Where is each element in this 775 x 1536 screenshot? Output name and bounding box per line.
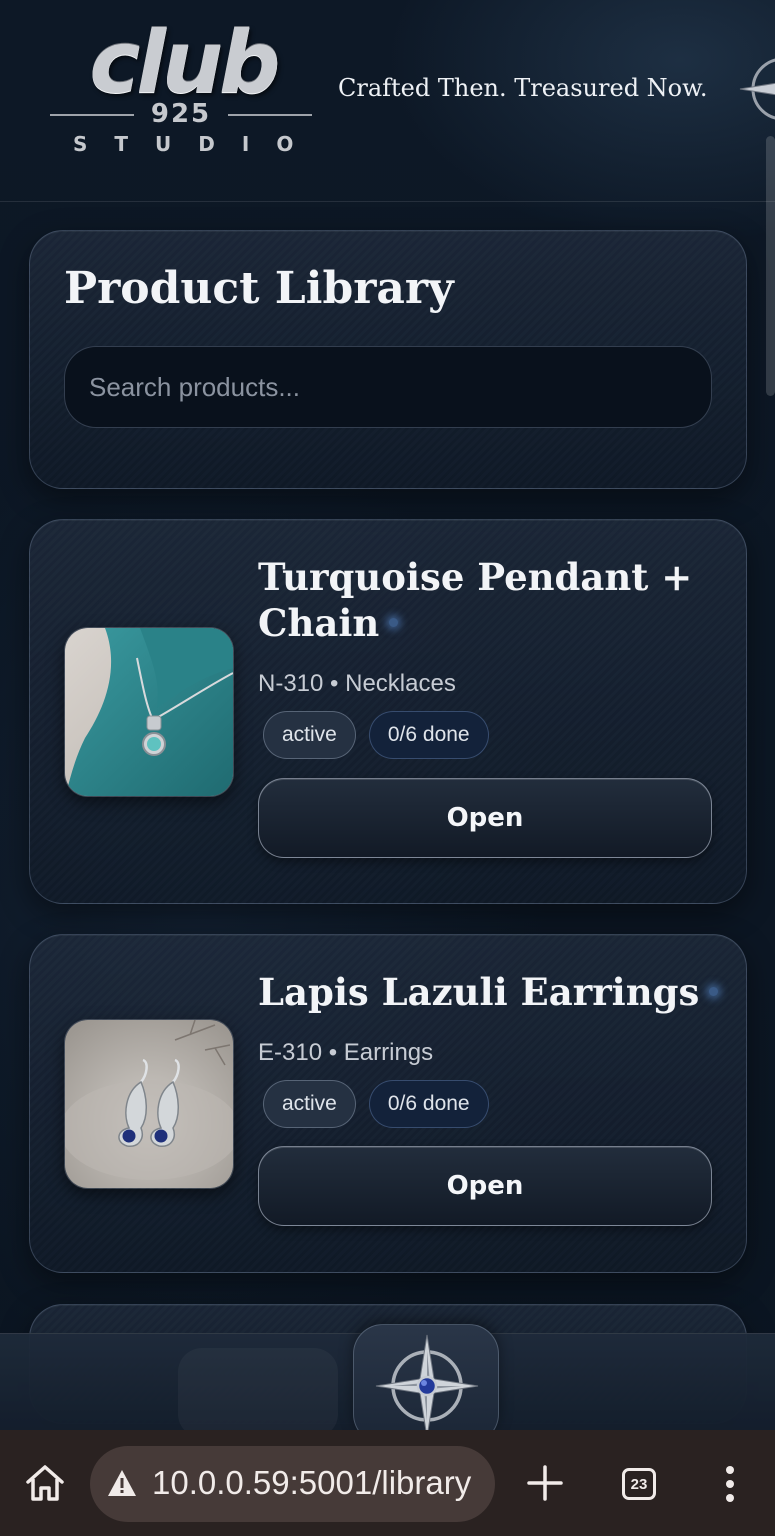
lapis-earrings-photo-icon: [65, 1020, 233, 1188]
search-input[interactable]: [64, 346, 712, 428]
product-meta: N-310 • Necklaces: [258, 670, 456, 697]
logo-wordmark: club: [89, 13, 280, 113]
address-bar[interactable]: 10.0.0.59:5001/library: [90, 1446, 495, 1522]
browser-toolbar: 10.0.0.59:5001/library 23: [0, 1430, 775, 1536]
overflow-menu-icon[interactable]: [718, 1462, 742, 1506]
bottom-navigation: [0, 1324, 775, 1444]
warning-icon[interactable]: [106, 1468, 138, 1498]
product-meta: E-310 • Earrings: [258, 1039, 434, 1066]
product-card: Lapis Lazuli Earrings E-310 • Earrings a…: [29, 934, 747, 1273]
product-chips: active 0/6 done: [263, 711, 489, 759]
turquoise-necklace-photo-icon: [65, 628, 233, 796]
url-text: 10.0.0.59:5001/library: [152, 1464, 472, 1501]
progress-badge: 0/6 done: [368, 711, 489, 759]
app-page: club 925 STUDIO Crafted Then. Treasured …: [0, 0, 775, 1536]
logo-subtitle: STUDIO: [73, 132, 321, 156]
home-icon[interactable]: [22, 1460, 68, 1506]
compass-star-icon: [739, 58, 775, 120]
status-dot: [389, 618, 399, 627]
status-badge: active: [263, 711, 356, 759]
product-title[interactable]: Lapis Lazuli Earrings: [258, 969, 728, 1015]
nav-item[interactable]: [178, 1348, 338, 1438]
nav-home-button[interactable]: [353, 1324, 499, 1444]
product-image[interactable]: [64, 627, 234, 797]
status-dot: [709, 987, 719, 996]
product-chips: active 0/6 done: [263, 1080, 489, 1128]
compass-star-icon: [375, 1334, 479, 1438]
product-card: Turquoise Pendant + Chain N-310 • Neckla…: [29, 519, 747, 904]
open-button[interactable]: Open: [258, 1146, 712, 1226]
logo-rule-right: [228, 114, 312, 116]
tab-switcher-button[interactable]: 23: [622, 1468, 656, 1500]
product-title-text: Lapis Lazuli Earrings: [258, 970, 700, 1014]
status-badge: active: [263, 1080, 356, 1128]
club-925-studio-logo[interactable]: club 925 STUDIO: [46, 20, 321, 158]
library-header-card: Product Library: [29, 230, 747, 489]
product-title[interactable]: Turquoise Pendant + Chain: [258, 554, 698, 646]
page-scrollbar[interactable]: [766, 136, 775, 396]
product-title-text: Turquoise Pendant + Chain: [258, 555, 693, 645]
progress-badge: 0/6 done: [368, 1080, 489, 1128]
new-tab-icon[interactable]: [524, 1458, 566, 1508]
tab-count: 23: [630, 1475, 648, 1493]
page-title: Product Library: [64, 263, 454, 314]
product-image[interactable]: [64, 1019, 234, 1189]
tagline: Crafted Then. Treasured Now.: [338, 74, 708, 102]
open-button[interactable]: Open: [258, 778, 712, 858]
site-header: club 925 STUDIO Crafted Then. Treasured …: [0, 0, 775, 396]
